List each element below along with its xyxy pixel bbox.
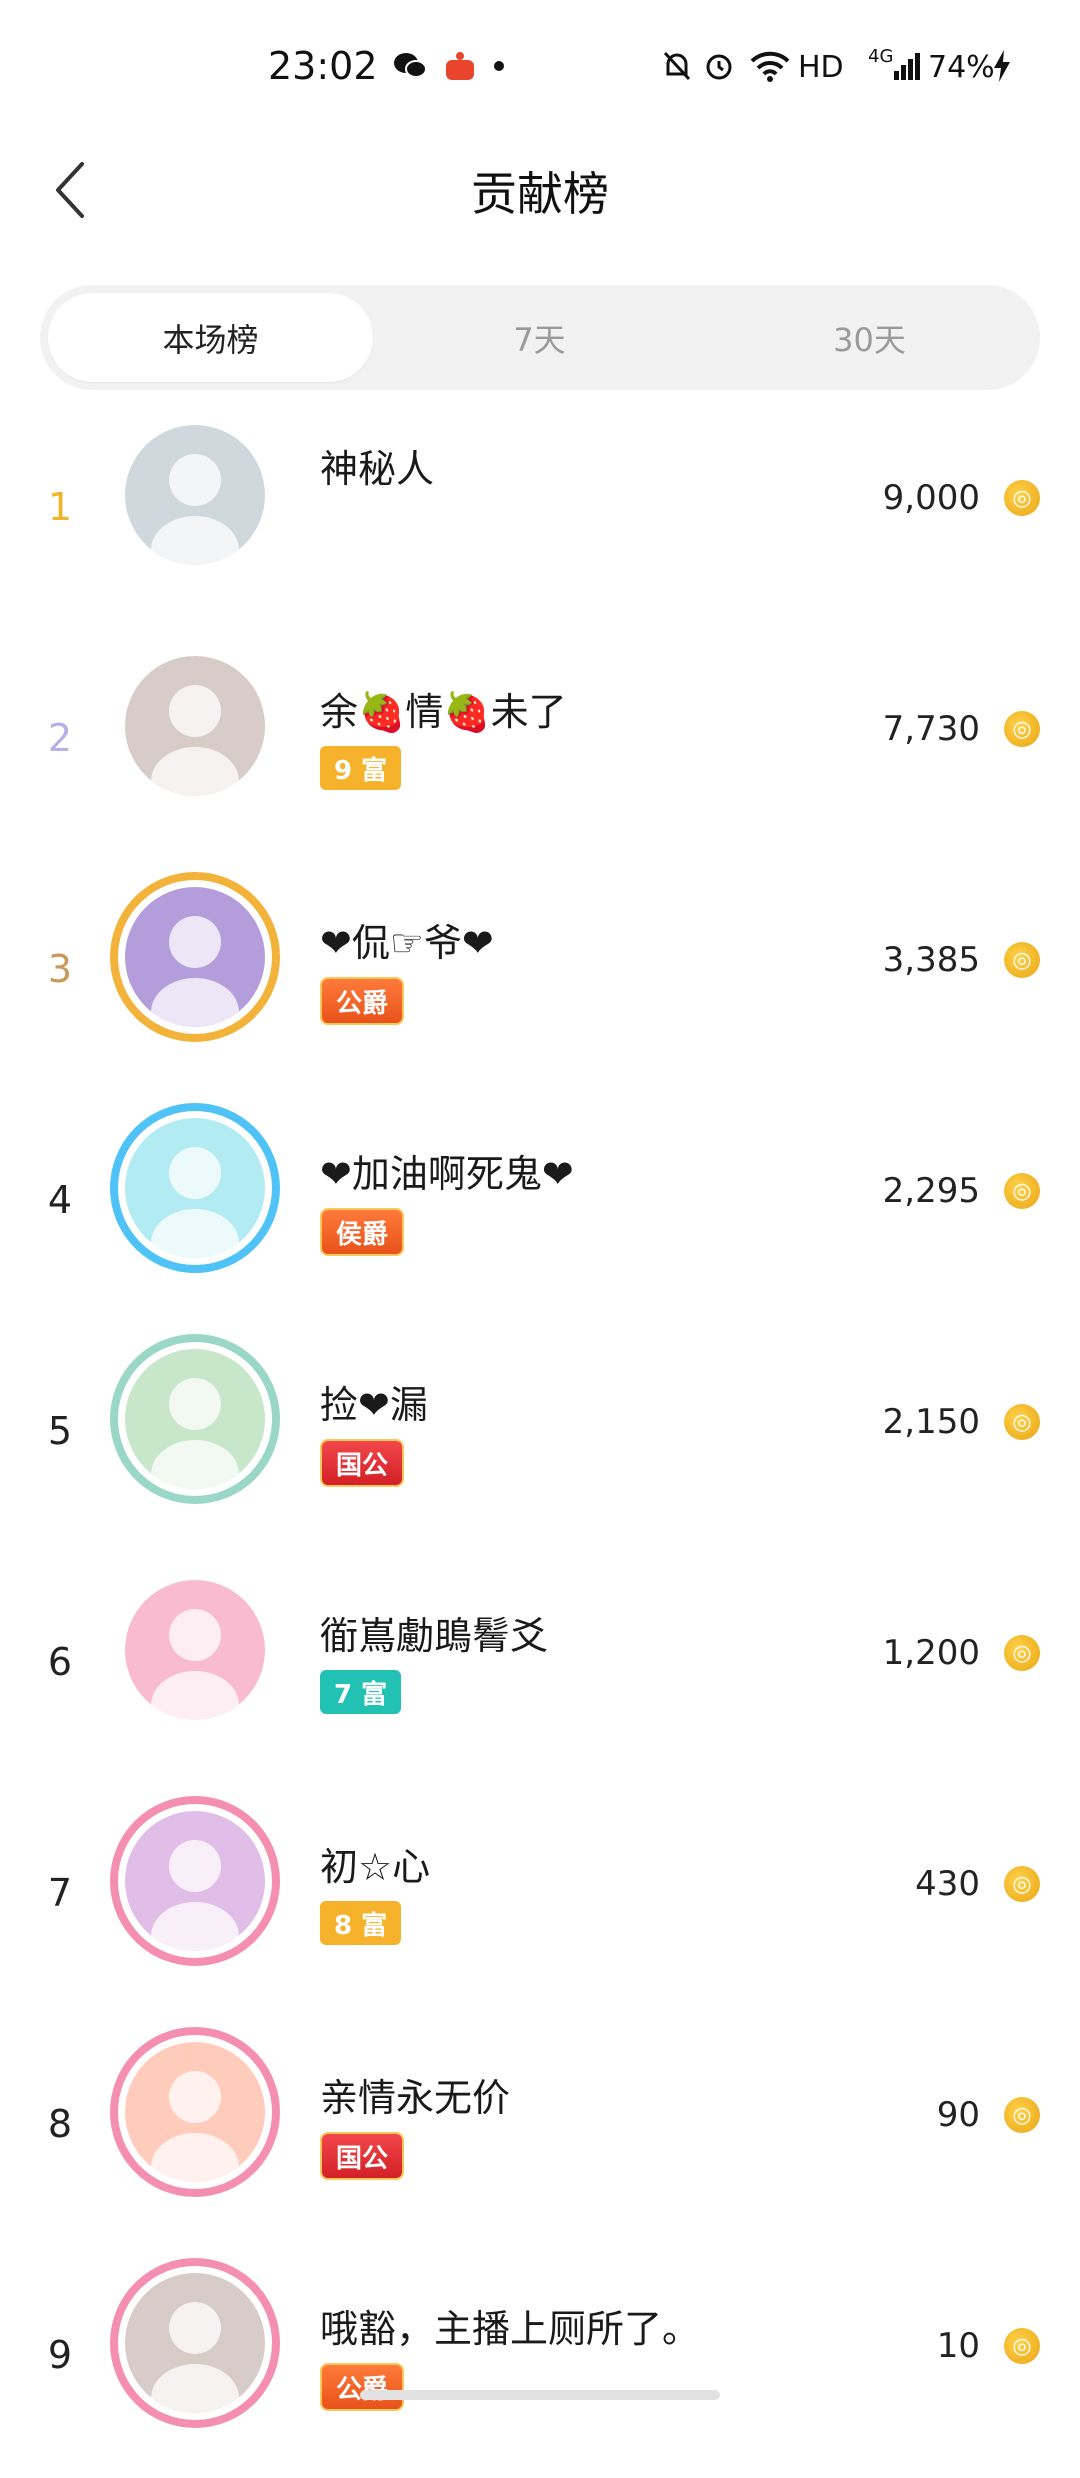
level-badge: 国公 xyxy=(320,1439,405,1487)
avatar[interactable] xyxy=(125,887,265,1027)
rank-number: 4 xyxy=(47,1178,73,1222)
alarm-icon xyxy=(702,48,736,84)
user-name: 亲情永无价 xyxy=(320,2076,511,2120)
rank-number: 6 xyxy=(47,1640,73,1684)
network-type: HD xyxy=(798,50,844,85)
tab-this-session[interactable]: 本场榜 xyxy=(48,293,373,382)
avatar[interactable] xyxy=(125,1580,265,1720)
contribution-score: 9,000 xyxy=(882,478,980,518)
app-notification-icon xyxy=(442,48,478,84)
battery-percent: 74% xyxy=(928,50,995,85)
charging-icon xyxy=(990,48,1014,84)
user-name: 哦豁，主播上厕所了。 xyxy=(320,2307,701,2351)
avatar[interactable] xyxy=(125,656,265,796)
list-item[interactable]: 9 哦豁，主播上厕所了。公爵 10 ◎ xyxy=(0,2248,1080,2478)
rank-number: 7 xyxy=(47,1871,73,1915)
user-name: 初☆心 xyxy=(320,1845,431,1889)
level-badge: 9 富 xyxy=(320,746,402,790)
list-item[interactable]: 7 初☆心 8 富 430 ◎ xyxy=(0,1786,1080,2016)
user-name: 余🍓情🍓未了 xyxy=(320,690,567,734)
rank-number: 1 xyxy=(47,485,73,529)
coin-icon: ◎ xyxy=(1004,711,1040,747)
status-bar: 23:02 HD 4G 74% xyxy=(0,0,1080,130)
contribution-score: 1,200 xyxy=(882,1633,980,1673)
level-badge: 国公 xyxy=(320,2132,405,2180)
tab-30-days[interactable]: 30天 xyxy=(707,293,1032,382)
level-badge: 公爵 xyxy=(320,2363,405,2411)
wechat-icon xyxy=(392,48,428,84)
contribution-score: 2,150 xyxy=(882,1402,980,1442)
contribution-score: 2,295 xyxy=(882,1171,980,1211)
rank-number: 3 xyxy=(47,947,73,991)
home-indicator xyxy=(360,2390,720,2400)
rank-number: 8 xyxy=(47,2102,73,2146)
list-item[interactable]: 4 ❤加油啊死鬼❤ 侯爵 2,295 ◎ xyxy=(0,1093,1080,1323)
user-name: ❤侃☞爷❤ xyxy=(320,921,494,965)
avatar[interactable] xyxy=(125,1118,265,1258)
list-item[interactable]: 3 ❤侃☞爷❤ 公爵 3,385 ◎ xyxy=(0,862,1080,1092)
level-badge: 7 富 xyxy=(320,1670,402,1714)
coin-icon: ◎ xyxy=(1004,942,1040,978)
contribution-score: 10 xyxy=(936,2326,980,2366)
period-tabs: 本场榜 7天 30天 xyxy=(40,285,1040,390)
clock: 23:02 xyxy=(268,44,378,88)
rank-number: 9 xyxy=(47,2333,73,2377)
contribution-score: 3,385 xyxy=(882,940,980,980)
coin-icon: ◎ xyxy=(1004,480,1040,516)
rank-number: 5 xyxy=(47,1409,73,1453)
contribution-score: 7,730 xyxy=(882,709,980,749)
level-badge: 侯爵 xyxy=(320,1208,405,1256)
signal-icon xyxy=(892,48,922,84)
tab-7-days[interactable]: 7天 xyxy=(377,293,702,382)
dot-icon xyxy=(492,48,506,84)
coin-icon: ◎ xyxy=(1004,1173,1040,1209)
avatar[interactable] xyxy=(125,1811,265,1951)
mute-bell-icon xyxy=(660,48,694,84)
rank-number: 2 xyxy=(47,716,73,760)
wifi-icon xyxy=(750,48,790,84)
coin-icon: ◎ xyxy=(1004,1866,1040,1902)
coin-icon: ◎ xyxy=(1004,1404,1040,1440)
user-name: ❤加油啊死鬼❤ xyxy=(320,1152,574,1196)
list-item[interactable]: 1 神秘人 9,000 ◎ xyxy=(0,400,1080,630)
contribution-score: 90 xyxy=(936,2095,980,2135)
user-name: 神秘人 xyxy=(320,447,435,491)
coin-icon: ◎ xyxy=(1004,2328,1040,2364)
user-name: 捡❤漏 xyxy=(320,1383,428,1427)
list-item[interactable]: 5 捡❤漏国公 2,150 ◎ xyxy=(0,1324,1080,1554)
level-badge: 公爵 xyxy=(320,977,405,1025)
list-item[interactable]: 8 亲情永无价国公 90 ◎ xyxy=(0,2017,1080,2247)
coin-icon: ◎ xyxy=(1004,2097,1040,2133)
contribution-score: 430 xyxy=(915,1864,980,1904)
header: 贡献榜 xyxy=(0,130,1080,250)
avatar[interactable] xyxy=(125,2042,265,2182)
avatar[interactable] xyxy=(125,1349,265,1489)
coin-icon: ◎ xyxy=(1004,1635,1040,1671)
page-title: 贡献榜 xyxy=(471,167,609,221)
list-item[interactable]: 2 余🍓情🍓未了 9 富 7,730 ◎ xyxy=(0,631,1080,861)
avatar[interactable] xyxy=(125,425,265,565)
signal-label: 4G xyxy=(868,46,894,67)
avatar[interactable] xyxy=(125,2273,265,2413)
list-item[interactable]: 6 衜嶌勴鴡鬌爻 7 富 1,200 ◎ xyxy=(0,1555,1080,1785)
level-badge: 8 富 xyxy=(320,1901,402,1945)
user-name: 衜嶌勴鴡鬌爻 xyxy=(320,1614,549,1658)
